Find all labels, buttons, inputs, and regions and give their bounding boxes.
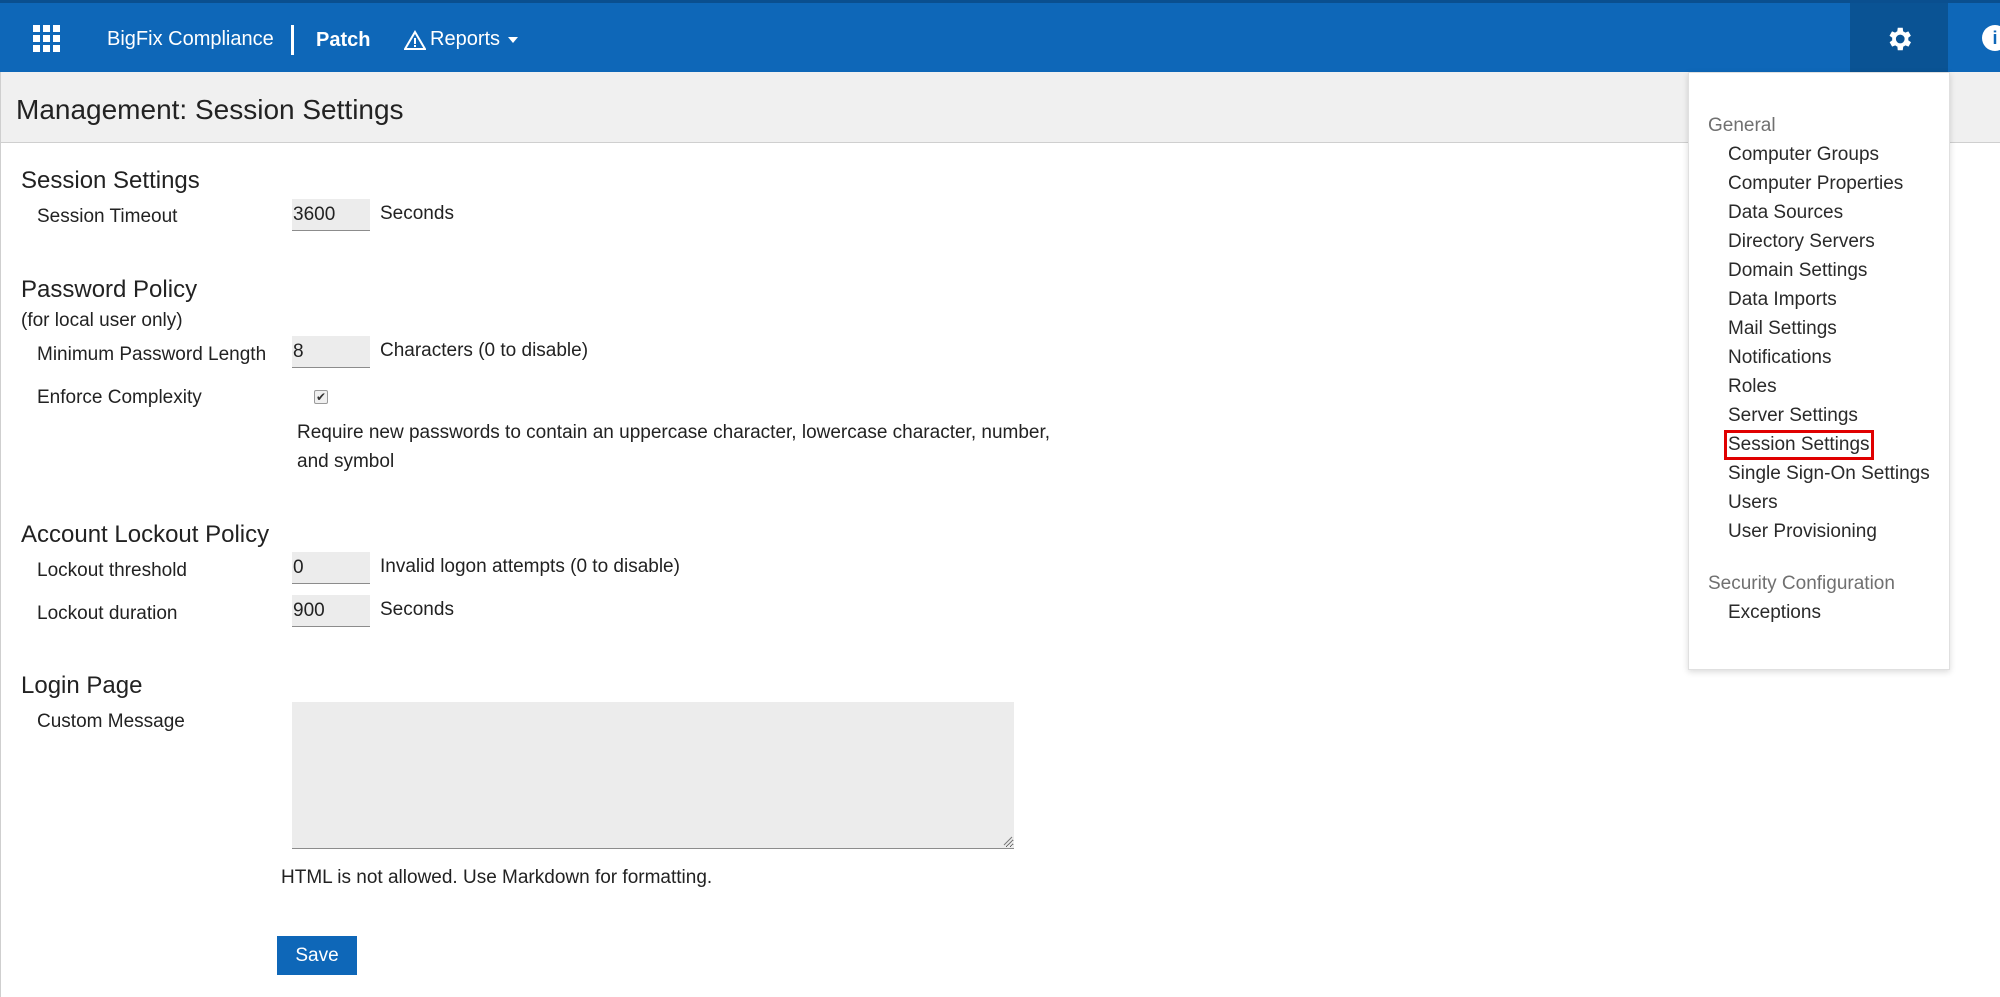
menu-item-mail-settings[interactable]: Mail Settings — [1728, 318, 1837, 340]
brand-divider — [291, 25, 294, 55]
gear-icon — [1889, 27, 1911, 51]
settings-button[interactable] — [1850, 3, 1948, 75]
enforce-complexity-checkbox[interactable]: ✔ — [314, 390, 328, 404]
menu-group-general: General — [1708, 115, 1776, 136]
save-button[interactable]: Save — [277, 936, 357, 975]
menu-group-security-configuration: Security Configuration — [1708, 573, 1895, 594]
lockout-duration-input[interactable] — [292, 595, 370, 627]
lockout-threshold-label: Lockout threshold — [37, 560, 187, 581]
menu-item-computer-groups[interactable]: Computer Groups — [1728, 144, 1879, 166]
reports-menu[interactable]: Reports — [404, 28, 519, 51]
markdown-note: HTML is not allowed. Use Markdown for fo… — [281, 867, 713, 888]
settings-dropdown-menu: General Computer Groups Computer Propert… — [1688, 72, 1950, 670]
info-icon[interactable]: i — [1982, 25, 2000, 51]
menu-item-computer-properties[interactable]: Computer Properties — [1728, 173, 1903, 195]
menu-item-user-provisioning[interactable]: User Provisioning — [1728, 521, 1877, 543]
lockout-duration-unit: Seconds — [380, 599, 454, 620]
warning-triangle-icon — [404, 29, 426, 50]
menu-item-single-sign-on-settings[interactable]: Single Sign-On Settings — [1728, 463, 1930, 485]
page-title: Management: Session Settings — [16, 94, 404, 125]
min-password-length-unit: Characters (0 to disable) — [380, 340, 589, 361]
session-timeout-unit: Seconds — [380, 203, 454, 224]
resize-grip-icon[interactable] — [1003, 836, 1013, 846]
menu-item-data-imports[interactable]: Data Imports — [1728, 289, 1837, 311]
session-timeout-label: Session Timeout — [37, 206, 178, 227]
apps-grid-icon[interactable] — [33, 25, 61, 53]
menu-item-data-sources[interactable]: Data Sources — [1728, 202, 1843, 224]
password-policy-note: (for local user only) — [21, 310, 183, 331]
chevron-down-icon — [508, 36, 519, 43]
menu-item-directory-servers[interactable]: Directory Servers — [1728, 231, 1875, 253]
top-navigation-bar: BigFix Compliance Patch Reports i — [0, 0, 2000, 75]
patch-nav-link[interactable]: Patch — [316, 29, 370, 52]
custom-message-label: Custom Message — [37, 711, 185, 732]
menu-item-session-settings[interactable]: Session Settings — [1724, 430, 1874, 460]
enforce-complexity-label: Enforce Complexity — [37, 387, 202, 408]
section-title-session: Session Settings — [21, 167, 200, 194]
menu-item-users[interactable]: Users — [1728, 492, 1778, 514]
menu-item-server-settings[interactable]: Server Settings — [1728, 405, 1858, 427]
menu-item-domain-settings[interactable]: Domain Settings — [1728, 260, 1867, 282]
lockout-threshold-input[interactable] — [292, 552, 370, 584]
menu-item-roles[interactable]: Roles — [1728, 376, 1777, 398]
app-brand-link[interactable]: BigFix Compliance — [107, 28, 274, 51]
enforce-complexity-help: Require new passwords to contain an uppe… — [297, 422, 1051, 472]
section-title-login: Login Page — [21, 672, 143, 699]
reports-menu-label: Reports — [430, 28, 501, 50]
min-password-length-input[interactable] — [292, 336, 370, 368]
session-timeout-input[interactable] — [292, 199, 370, 231]
section-title-password: Password Policy — [21, 276, 198, 303]
menu-item-exceptions[interactable]: Exceptions — [1728, 602, 1821, 624]
min-password-length-label: Minimum Password Length — [37, 344, 267, 365]
content-left-border — [0, 143, 1, 997]
section-title-lockout: Account Lockout Policy — [21, 521, 270, 548]
lockout-threshold-unit: Invalid logon attempts (0 to disable) — [380, 556, 680, 577]
custom-message-textarea[interactable] — [292, 702, 1014, 849]
lockout-duration-label: Lockout duration — [37, 603, 178, 624]
menu-item-notifications[interactable]: Notifications — [1728, 347, 1832, 369]
